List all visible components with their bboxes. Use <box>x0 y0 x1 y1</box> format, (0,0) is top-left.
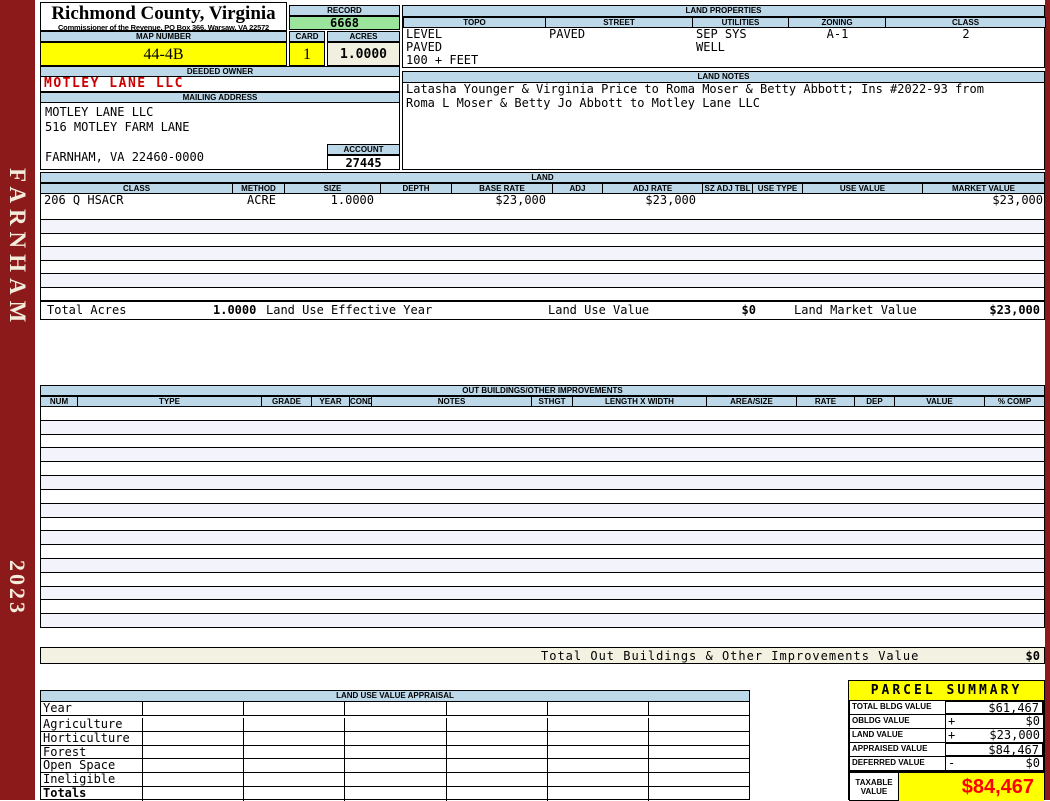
land-column-headers: CLASS METHOD SIZE DEPTH BASE RATE ADJ ADJ RATE… <box>40 183 1045 194</box>
land-totals-row: Total Acres 1.0000 Land Use Effective Ye… <box>40 301 1045 320</box>
county-header: Richmond County, Virginia Commissioner o… <box>40 2 287 32</box>
tax-year-label: 2023 <box>5 560 30 616</box>
land-properties-section: LAND PROPERTIES TOPO STREET UTILITIES ZONIN… <box>402 5 1046 68</box>
address-line: MOTLEY LANE LLC <box>45 105 154 119</box>
total-acres-value: 1.0000 <box>213 303 257 317</box>
card-value: 1 <box>289 42 325 66</box>
land-notes-line: Roma L Moser & Betty Jo Abbott to Motley… <box>406 95 761 110</box>
land-market-value-label: Land Market Value <box>794 303 917 317</box>
account-label: ACCOUNT <box>327 144 400 155</box>
land-properties-column-headers: TOPO STREET UTILITIES ZONING CLASS <box>403 17 1046 28</box>
parcel-summary-title: PARCEL SUMMARY <box>849 681 1044 701</box>
land-properties-values: LEVEL PAVED SEP SYS A-1 2 PAVED WELL 100 + FEET <box>406 28 970 67</box>
land-use-appraisal-title: LAND USE VALUE APPRAISAL <box>41 691 749 702</box>
deeded-owner-label: DEEDED OWNER <box>40 66 400 77</box>
land-use-appraisal-rows: Year Agriculture Horticulture Forest Open Sp… <box>41 702 749 801</box>
acres-label: ACRES <box>327 31 400 42</box>
taxable-value-label: TAXABLE VALUE <box>849 771 899 801</box>
outbuildings-totals-row: Total Out Buildings & Other Improvements… <box>40 647 1045 664</box>
land-empty-rows <box>40 207 1045 301</box>
county-title: Richmond County, Virginia <box>51 3 276 24</box>
address-line: 516 MOTLEY FARM LANE <box>45 120 190 134</box>
outbuildings-column-headers: NUM TYPE GRADE YEAR COND NOTES STHGT LENGTH X W… <box>40 396 1045 407</box>
outbuildings-empty-rows <box>40 407 1045 628</box>
parcel-summary-rows: TOTAL BLDG VALUE $61,467 OBLDG VALUE + $0 LAN… <box>849 700 1044 771</box>
deeded-owner-value: MOTLEY LANE LLC <box>40 77 400 92</box>
taxable-value: $84,467 <box>899 771 1044 801</box>
land-notes-line: Latasha Younger & Virginia Price to Roma… <box>406 82 984 96</box>
land-title: LAND <box>40 172 1045 183</box>
land-use-value: $0 <box>741 303 756 317</box>
land-data-row: 206 Q HSACR ACRE 1.0000 $23,000 $23,000 $23,0… <box>40 194 1045 207</box>
mailing-address-label: MAILING ADDRESS <box>40 92 400 103</box>
land-use-effective-year-label: Land Use Effective Year <box>266 303 433 317</box>
land-use-value-label: Land Use Value <box>548 303 650 317</box>
record-value: 6668 <box>289 16 400 30</box>
parcel-summary-section: PARCEL SUMMARY TOTAL BLDG VALUE $61,467 OB… <box>848 680 1045 801</box>
district-label: FARNHAM <box>5 168 30 329</box>
land-notes-section: LAND NOTES Latasha Younger & Virginia Pr… <box>402 71 1045 170</box>
land-use-appraisal-section: LAND USE VALUE APPRAISAL Year Agriculture… <box>40 690 750 801</box>
total-acres-label: Total Acres <box>47 303 127 317</box>
outbuildings-total-label: Total Out Buildings & Other Improvements… <box>541 649 920 663</box>
land-properties-title: LAND PROPERTIES <box>403 6 1044 17</box>
right-border <box>1045 0 1050 800</box>
outbuildings-total-value: $0 <box>1025 649 1040 663</box>
record-label: RECORD <box>289 5 400 16</box>
card-label: CARD <box>289 31 325 42</box>
account-value: 27445 <box>327 155 400 170</box>
map-number-value: 44-4B <box>40 42 287 66</box>
map-number-label: MAP NUMBER <box>40 31 287 42</box>
land-market-value: $23,000 <box>989 303 1040 317</box>
taxable-value-row: TAXABLE VALUE $84,467 <box>849 771 1044 801</box>
district-sidebar: FARNHAM 2023 <box>0 0 35 800</box>
outbuildings-title: OUT BUILDINGS/OTHER IMPROVEMENTS <box>40 385 1045 396</box>
acres-value: 1.0000 <box>327 42 400 66</box>
